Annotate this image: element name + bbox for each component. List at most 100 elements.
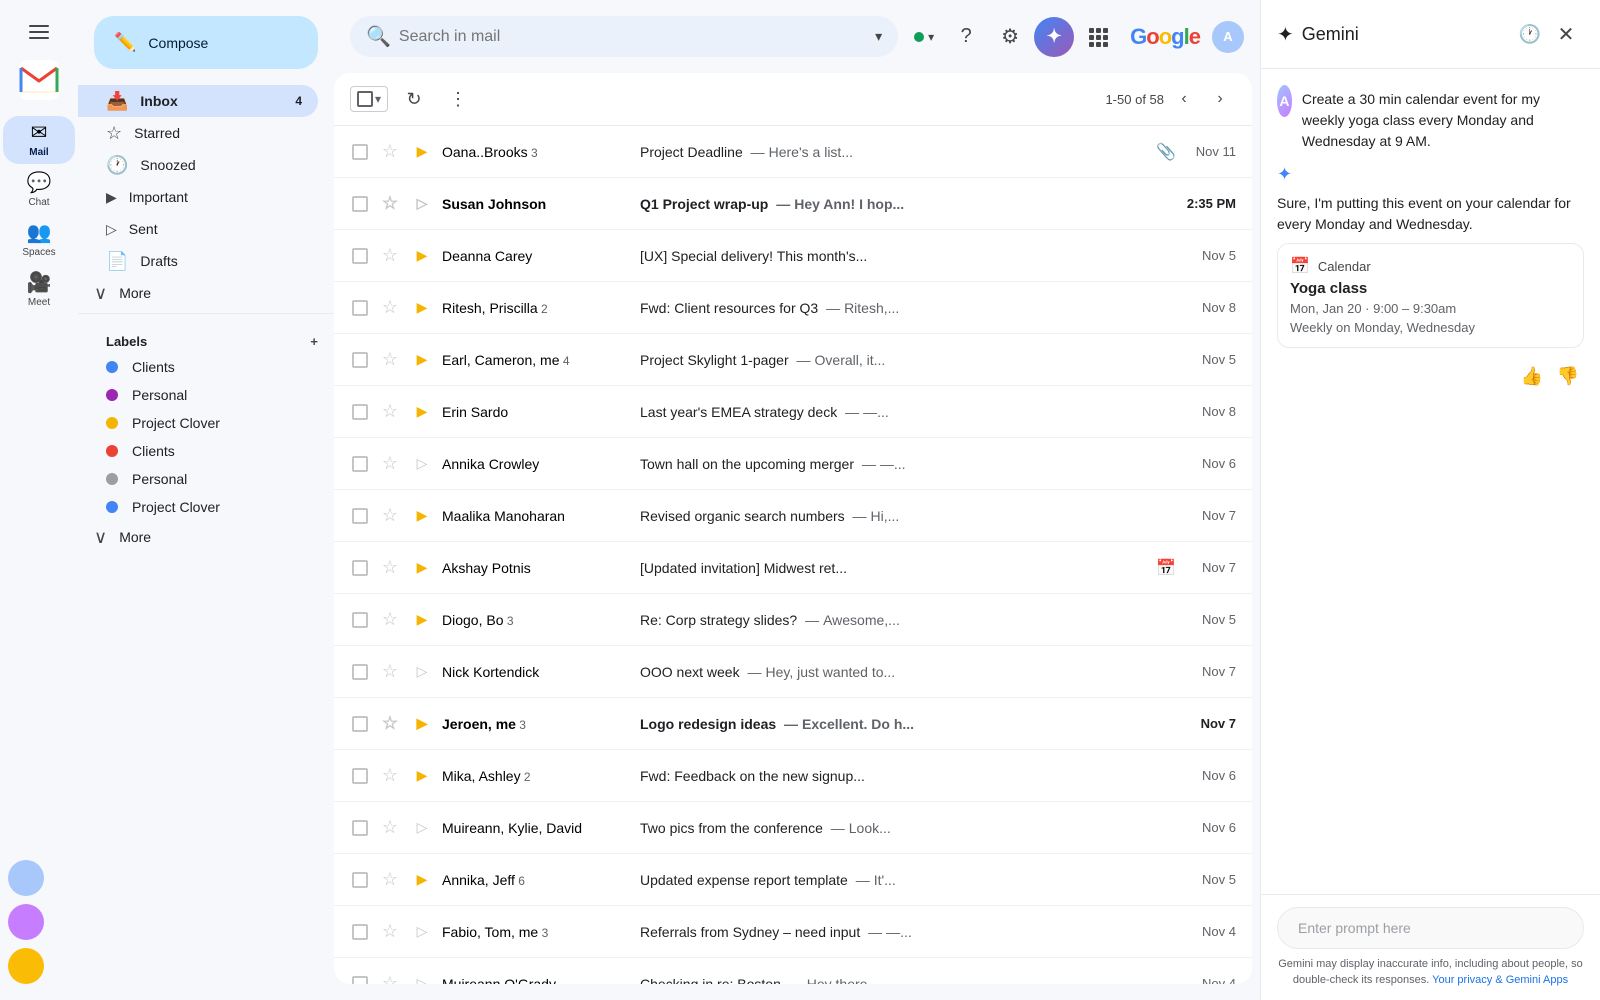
star-button[interactable]: ☆ — [378, 868, 402, 892]
thumbs-up-button[interactable]: 👍 — [1516, 360, 1548, 392]
email-checkbox[interactable] — [350, 922, 370, 942]
sidebar-item-snoozed[interactable]: 🕐 Snoozed — [78, 149, 318, 181]
email-row[interactable]: ☆ ▷ Annika Crowley Town hall on the upco… — [334, 438, 1252, 490]
email-date: Nov 5 — [1176, 872, 1236, 887]
star-button[interactable]: ☆ — [378, 296, 402, 320]
email-row[interactable]: ☆ ▶ Annika, Jeff 6 Updated expense repor… — [334, 854, 1252, 906]
email-checkbox[interactable] — [350, 558, 370, 578]
search-dropdown-icon[interactable]: ▾ — [875, 28, 882, 45]
nav-item-mail[interactable]: ✉ Mail — [3, 116, 75, 164]
search-bar[interactable]: 🔍 ▾ — [350, 16, 898, 57]
compose-label: Compose — [148, 35, 208, 51]
hamburger-menu[interactable] — [15, 8, 63, 56]
refresh-button[interactable]: ↻ — [396, 81, 432, 117]
star-button[interactable]: ☆ — [378, 660, 402, 684]
star-button[interactable]: ☆ — [378, 608, 402, 632]
star-button[interactable]: ☆ — [378, 764, 402, 788]
important-marker: ▶ — [410, 712, 434, 736]
star-button[interactable]: ☆ — [378, 400, 402, 424]
email-checkbox[interactable] — [350, 402, 370, 422]
search-input[interactable] — [399, 28, 867, 46]
add-label-button[interactable]: + — [310, 334, 318, 349]
star-button[interactable]: ☆ — [378, 192, 402, 216]
label-item-clients1[interactable]: Clients — [78, 353, 318, 381]
user-avatar[interactable]: A — [1212, 21, 1244, 53]
email-checkbox[interactable] — [350, 350, 370, 370]
star-button[interactable]: ☆ — [378, 452, 402, 476]
email-row[interactable]: ☆ ▶ Deanna Carey [UX] Special delivery! … — [334, 230, 1252, 282]
star-button[interactable]: ☆ — [378, 348, 402, 372]
important-marker: ▷ — [410, 192, 434, 216]
email-checkbox[interactable] — [350, 974, 370, 985]
label-item-project-clover2[interactable]: Project Clover — [78, 493, 318, 521]
email-checkbox[interactable] — [350, 818, 370, 838]
select-all-checkbox[interactable]: ▾ — [350, 86, 388, 112]
thumbs-down-button[interactable]: 👎 — [1552, 360, 1584, 392]
sidebar-item-starred[interactable]: ☆ Starred — [78, 117, 318, 149]
label-item-clients2[interactable]: Clients — [78, 437, 318, 465]
sidebar-item-inbox[interactable]: 📥 Inbox 4 — [78, 85, 318, 117]
email-checkbox[interactable] — [350, 142, 370, 162]
nav-label-meet: Meet — [28, 297, 50, 308]
star-button[interactable]: ☆ — [378, 816, 402, 840]
star-button[interactable]: ☆ — [378, 712, 402, 736]
email-row[interactable]: ☆ ▷ Nick Kortendick OOO next week —Hey, … — [334, 646, 1252, 698]
star-button[interactable]: ☆ — [378, 556, 402, 580]
email-row[interactable]: ☆ ▶ Diogo, Bo 3 Re: Corp strategy slides… — [334, 594, 1252, 646]
email-row[interactable]: ☆ ▷ Susan Johnson Q1 Project wrap-up —He… — [334, 178, 1252, 230]
email-row[interactable]: ☆ ▶ Oana..Brooks 3 Project Deadline —Her… — [334, 126, 1252, 178]
email-checkbox[interactable] — [350, 662, 370, 682]
email-checkbox[interactable] — [350, 870, 370, 890]
nav-item-spaces[interactable]: 👥 Spaces — [3, 216, 75, 264]
email-row[interactable]: ☆ ▷ Fabio, Tom, me 3 Referrals from Sydn… — [334, 906, 1252, 958]
email-row[interactable]: ☆ ▶ Mika, Ashley 2 Fwd: Feedback on the … — [334, 750, 1252, 802]
nav-item-chat[interactable]: 💬 Chat — [3, 166, 75, 214]
star-button[interactable]: ☆ — [378, 504, 402, 528]
gemini-history-button[interactable]: 🕐 — [1512, 16, 1548, 52]
gemini-privacy-link[interactable]: Your privacy & Gemini Apps — [1432, 974, 1568, 986]
star-button[interactable]: ☆ — [378, 972, 402, 985]
email-row[interactable]: ☆ ▶ Jeroen, me 3 Logo redesign ideas —Ex… — [334, 698, 1252, 750]
email-checkbox[interactable] — [350, 506, 370, 526]
gemini-button[interactable]: ✦ — [1034, 17, 1074, 57]
star-button[interactable]: ☆ — [378, 920, 402, 944]
sidebar-item-sent[interactable]: ▷ Sent — [78, 213, 318, 245]
sidebar-more-item[interactable]: ∨ More — [78, 277, 318, 309]
help-button[interactable]: ? — [946, 17, 986, 57]
email-checkbox[interactable] — [350, 714, 370, 734]
next-page-button[interactable]: › — [1204, 83, 1236, 115]
email-row[interactable]: ☆ ▶ Erin Sardo Last year's EMEA strategy… — [334, 386, 1252, 438]
email-row[interactable]: ☆ ▶ Ritesh, Priscilla 2 Fwd: Client reso… — [334, 282, 1252, 334]
settings-button[interactable]: ⚙ — [990, 17, 1030, 57]
email-checkbox[interactable] — [350, 246, 370, 266]
email-row[interactable]: ☆ ▷ Muireann, Kylie, David Two pics from… — [334, 802, 1252, 854]
labels-more-item[interactable]: ∨ More — [78, 521, 318, 553]
sidebar-item-important[interactable]: ▶ Important — [78, 181, 318, 213]
important-marker: ▷ — [410, 452, 434, 476]
star-button[interactable]: ☆ — [378, 244, 402, 268]
email-row[interactable]: ☆ ▶ Akshay Potnis [Updated invitation] M… — [334, 542, 1252, 594]
starred-icon: ☆ — [106, 123, 122, 144]
email-checkbox[interactable] — [350, 610, 370, 630]
label-name-project-clover2: Project Clover — [132, 499, 220, 515]
email-checkbox[interactable] — [350, 766, 370, 786]
status-indicator[interactable]: ▾ — [906, 26, 942, 48]
compose-button[interactable]: ✏️ Compose — [94, 16, 318, 69]
label-item-personal2[interactable]: Personal — [78, 465, 318, 493]
sidebar-item-drafts[interactable]: 📄 Drafts — [78, 245, 318, 277]
label-item-personal1[interactable]: Personal — [78, 381, 318, 409]
email-checkbox[interactable] — [350, 298, 370, 318]
more-options-button[interactable]: ⋮ — [440, 81, 476, 117]
email-checkbox[interactable] — [350, 454, 370, 474]
prev-page-button[interactable]: ‹ — [1168, 83, 1200, 115]
email-row[interactable]: ☆ ▶ Earl, Cameron, me 4 Project Skylight… — [334, 334, 1252, 386]
gemini-close-button[interactable]: ✕ — [1548, 16, 1584, 52]
label-item-project-clover1[interactable]: Project Clover — [78, 409, 318, 437]
nav-item-meet[interactable]: 🎥 Meet — [3, 266, 75, 314]
email-row[interactable]: ☆ ▶ Maalika Manoharan Revised organic se… — [334, 490, 1252, 542]
gemini-prompt-input[interactable]: Enter prompt here — [1277, 907, 1584, 949]
apps-button[interactable] — [1078, 17, 1118, 57]
email-checkbox[interactable] — [350, 194, 370, 214]
email-row[interactable]: ☆ ▷ Muireann O'Grady Checking in re: Bos… — [334, 958, 1252, 984]
star-button[interactable]: ☆ — [378, 140, 402, 164]
